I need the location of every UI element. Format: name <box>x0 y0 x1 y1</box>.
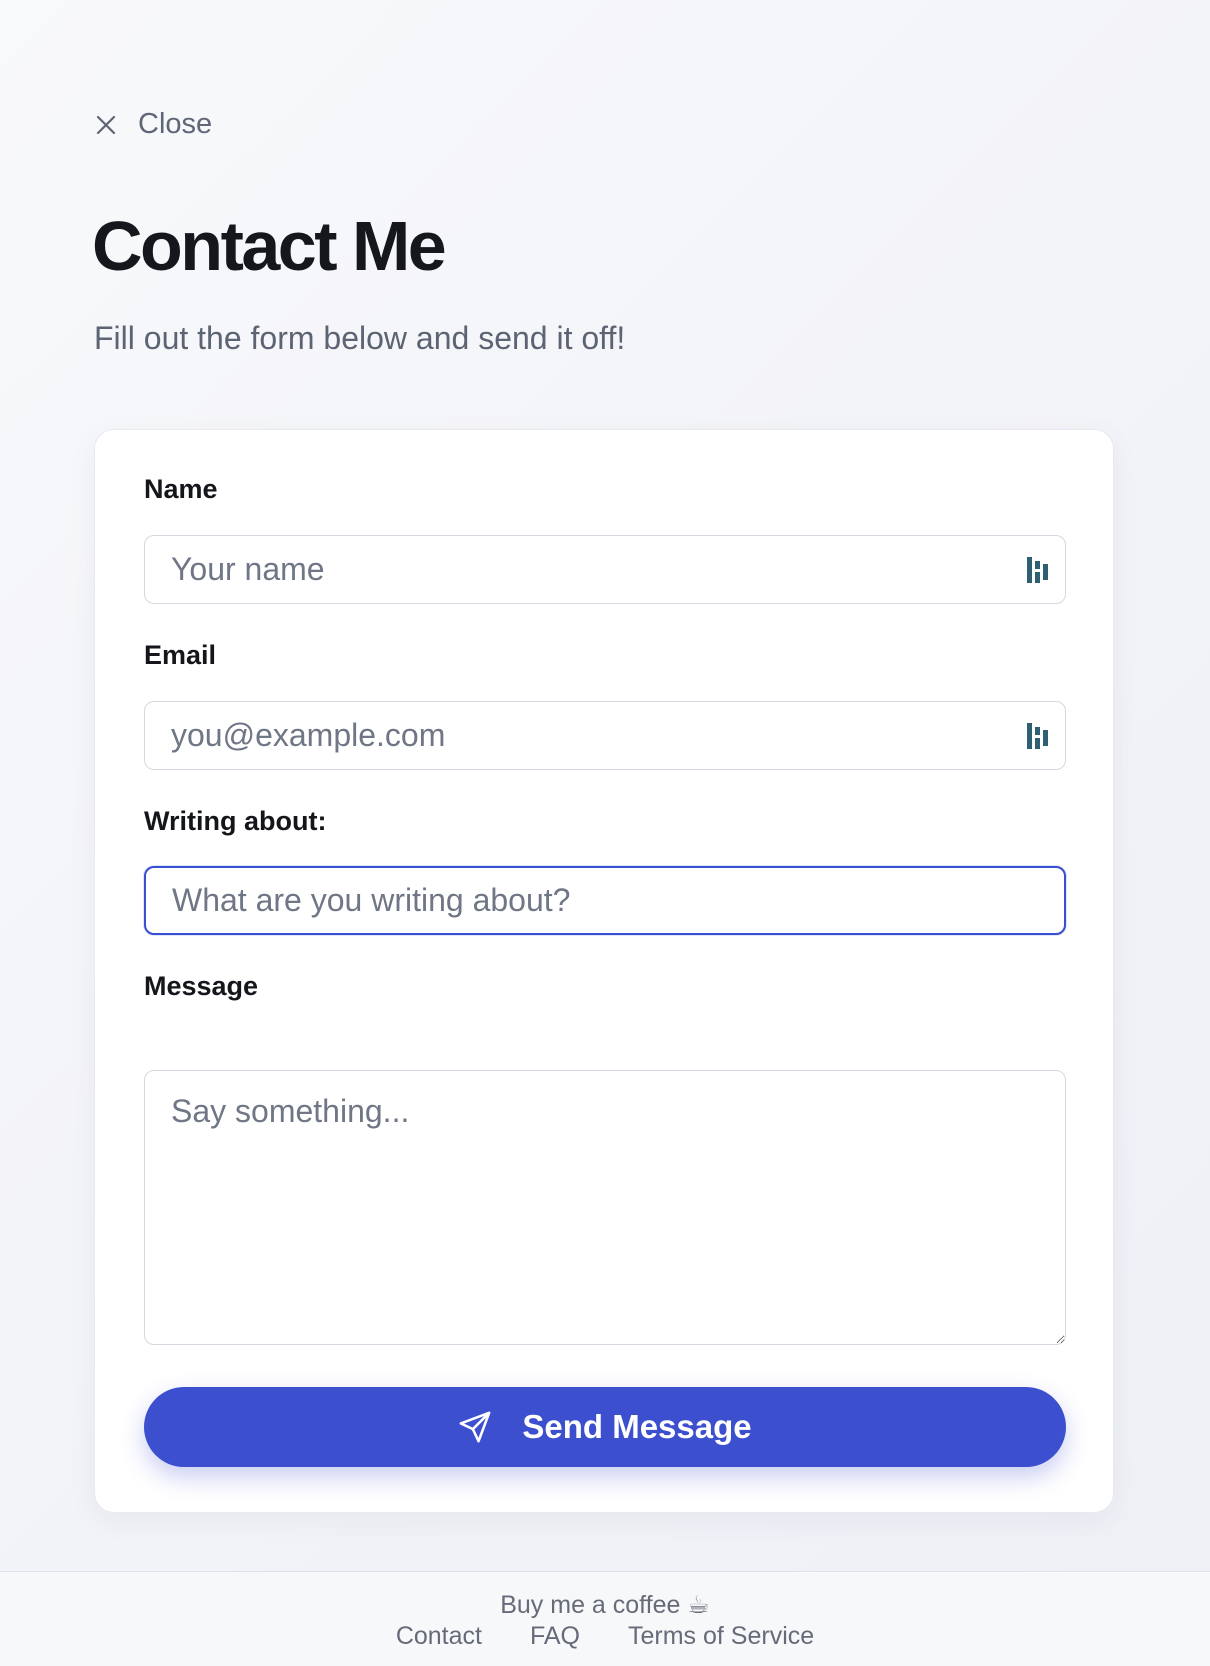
page-subtitle: Fill out the form below and send it off! <box>94 320 626 356</box>
footer-link-contact[interactable]: Contact <box>396 1622 482 1651</box>
email-input[interactable] <box>144 701 1066 770</box>
subject-label: Writing about: <box>144 806 327 836</box>
name-label: Name <box>144 474 218 504</box>
page-title: Contact Me <box>92 207 447 285</box>
message-label: Message <box>144 971 259 1001</box>
footer-link-faq[interactable]: FAQ <box>530 1622 580 1651</box>
buy-me-a-coffee-link[interactable]: Buy me a coffee ☕ <box>0 1590 1210 1620</box>
send-message-button[interactable]: Send Message <box>144 1387 1066 1467</box>
subject-input[interactable] <box>144 866 1066 935</box>
close-button[interactable]: Close <box>94 108 212 141</box>
message-textarea[interactable] <box>144 1070 1066 1345</box>
close-label: Close <box>138 108 213 140</box>
footer: Buy me a coffee ☕ Contact FAQ Terms of S… <box>0 1571 1210 1666</box>
footer-links: Contact FAQ Terms of Service <box>0 1622 1210 1651</box>
send-button-label: Send Message <box>522 1408 752 1445</box>
password-manager-autofill-icon[interactable] <box>1027 721 1049 751</box>
password-manager-autofill-icon[interactable] <box>1027 555 1049 585</box>
name-input[interactable] <box>144 535 1066 604</box>
close-icon <box>94 113 118 137</box>
send-icon <box>458 1410 492 1444</box>
contact-form-card: Name Email Writing about: Message Send M… <box>94 429 1114 1513</box>
email-label: Email <box>144 640 217 670</box>
footer-link-terms[interactable]: Terms of Service <box>628 1622 814 1651</box>
